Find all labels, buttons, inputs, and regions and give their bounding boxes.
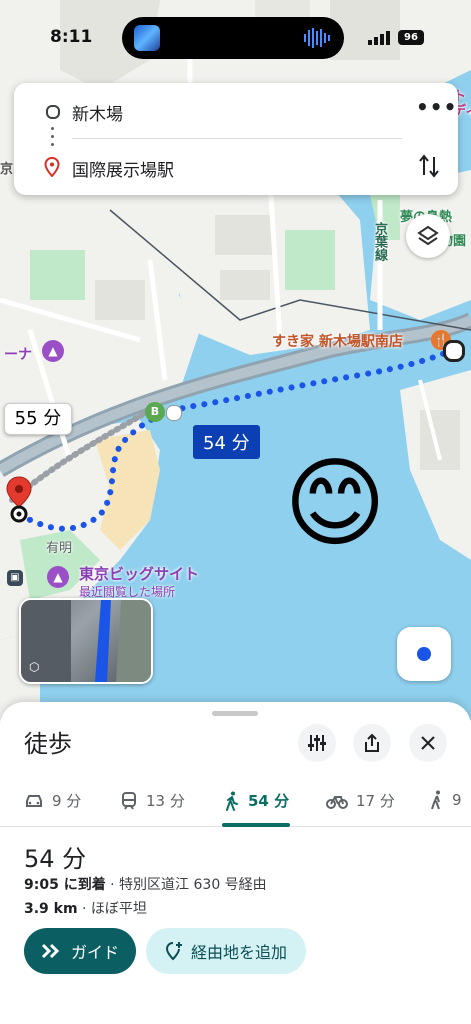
sheet-drag-handle[interactable] — [212, 711, 258, 716]
destination-field[interactable]: 国際展示場駅 — [72, 156, 174, 181]
tab-walk[interactable]: 54 分 — [224, 790, 289, 811]
tab-walk-label: 54 分 — [248, 792, 290, 810]
tune-icon — [308, 735, 326, 751]
share-icon — [365, 733, 379, 752]
status-time: 8:11 — [50, 27, 93, 47]
destination-pin-small-icon — [44, 157, 60, 177]
tab-bike[interactable]: 17 分 — [326, 790, 395, 811]
origin-field[interactable]: 新木場 — [72, 100, 123, 125]
location-dot-icon — [417, 647, 431, 661]
arrival-line: 9:05 に到着 · 特別区道江 630 号経由 — [24, 874, 267, 894]
connector-dot — [51, 135, 54, 138]
tab-bike-label: 17 分 — [356, 792, 395, 810]
transit-station-icon[interactable]: ▣ — [7, 570, 23, 586]
dynamic-island[interactable] — [122, 17, 344, 59]
walk-icon — [226, 791, 238, 811]
arrival-time: 9:05 に到着 — [24, 877, 106, 893]
transit-stop-icon[interactable] — [166, 405, 182, 421]
sheet-title: 徒歩 — [24, 730, 72, 758]
tab-other-label: 9 — [452, 791, 462, 809]
add-stop-button[interactable]: 経由地を追加 — [146, 928, 306, 974]
bike-icon — [326, 795, 348, 809]
layers-icon — [417, 225, 439, 246]
guide-button-label: ガイド — [70, 943, 119, 962]
layers-button[interactable] — [406, 214, 450, 258]
route-search-card: 新木場 国際展示場駅 ••• — [14, 83, 458, 195]
origin-marker[interactable] — [443, 340, 465, 362]
connector-dot — [51, 127, 54, 130]
more-options-icon[interactable]: ••• — [416, 95, 457, 119]
signal-icon — [368, 31, 390, 45]
map-label-kyo: 京 — [0, 162, 14, 177]
train-icon — [122, 791, 136, 810]
tab-transit-label: 13 分 — [146, 792, 185, 810]
distance-line: 3.9 km · ほぼ平坦 — [24, 898, 147, 918]
share-button[interactable] — [353, 724, 391, 762]
selected-route-duration[interactable]: 54 分 — [193, 425, 260, 459]
directions-sheet: 徒歩 9 分 13 分 54 分 17 分 9 54 分 9:05 に到着 · … — [0, 702, 471, 1024]
map-label-ariake: 有明 — [46, 541, 73, 556]
walk2-icon — [431, 790, 440, 810]
add-stop-button-label: 経由地を追加 — [190, 943, 287, 962]
car-icon — [26, 794, 42, 807]
route-distance: 3.9 km — [24, 901, 78, 917]
station-marker-b[interactable]: B — [145, 402, 165, 422]
big-sight-icon[interactable]: ▲ — [47, 566, 69, 588]
alt-route-duration[interactable]: 55 分 — [4, 403, 72, 435]
battery-indicator: 96 — [398, 30, 424, 45]
tab-other[interactable]: 9 — [430, 790, 462, 810]
smiling-face-icon: 😊 — [284, 447, 387, 561]
now-playing-artwork — [134, 25, 160, 51]
status-bar: 8:11 96 — [0, 0, 471, 60]
map-label-arena: ーナ — [4, 347, 32, 363]
tab-transit[interactable]: 13 分 — [120, 790, 185, 811]
travel-mode-tabs: 9 分 13 分 54 分 17 分 9 — [0, 782, 471, 827]
tab-drive[interactable]: 9 分 — [24, 790, 81, 811]
street-view-icon: ⬡ — [29, 660, 40, 674]
divider — [72, 138, 402, 139]
close-icon — [421, 736, 435, 750]
active-tab-indicator — [222, 823, 290, 827]
destination-pin-icon[interactable] — [5, 475, 33, 527]
audio-wave-icon — [304, 28, 330, 48]
swap-icon[interactable] — [418, 153, 440, 179]
my-location-button[interactable] — [397, 627, 451, 681]
route-options-button[interactable] — [298, 724, 336, 762]
street-view-thumbnail[interactable]: ⬡ — [19, 598, 153, 684]
venue-icon[interactable]: ▲ — [42, 340, 64, 362]
connector-dot — [51, 143, 54, 146]
origin-circle-icon — [46, 105, 60, 119]
map-label-keiyo-line: 京葉線 — [372, 222, 387, 261]
navigate-arrows-icon — [41, 943, 60, 959]
route-duration: 54 分 — [24, 845, 87, 873]
map-label-sukiya[interactable]: すき家 新木場駅南店 — [272, 331, 403, 351]
route-via: · 特別区道江 630 号経由 — [105, 877, 267, 893]
add-location-icon — [165, 942, 182, 961]
guide-button[interactable]: ガイド — [24, 928, 136, 974]
close-button[interactable] — [409, 724, 447, 762]
tab-drive-label: 9 分 — [52, 792, 82, 810]
map-label-big-sight[interactable]: 東京ビッグサイト — [79, 563, 199, 584]
route-terrain: · ほぼ平坦 — [77, 901, 147, 917]
